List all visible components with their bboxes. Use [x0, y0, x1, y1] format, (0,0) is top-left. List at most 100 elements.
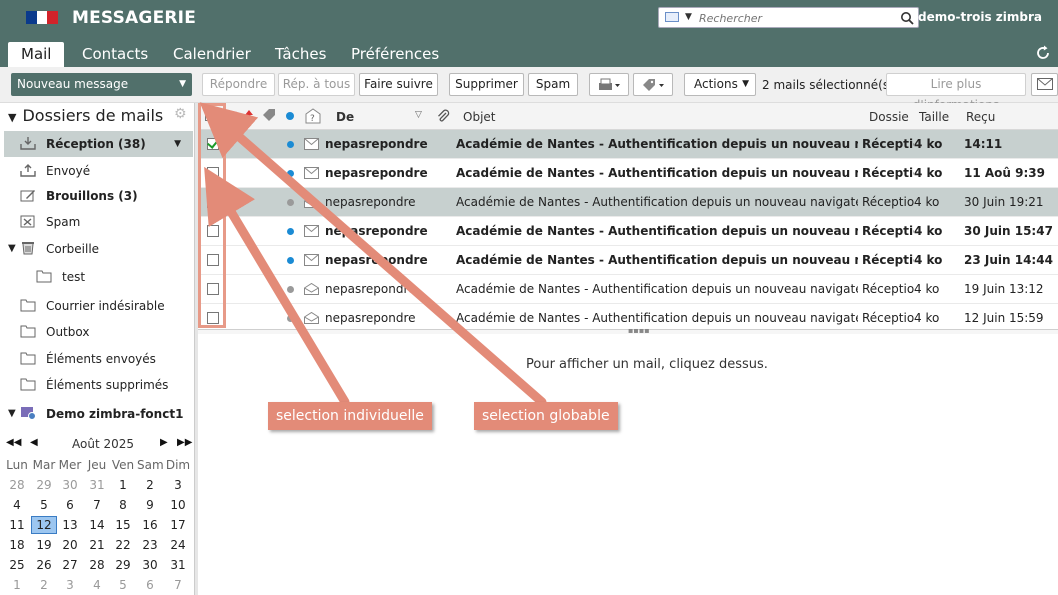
calendar-day[interactable]: 18 [4, 536, 30, 554]
new-message-button[interactable]: Nouveau message ▼ [11, 73, 192, 96]
tab-preferences[interactable]: Préférences [338, 42, 452, 67]
refresh-icon[interactable] [1034, 44, 1052, 62]
chevron-down-icon[interactable]: ▼ [179, 73, 186, 96]
folders-header[interactable]: ▼ Dossiers de mails [8, 106, 163, 125]
calendar-day[interactable]: 5 [110, 576, 136, 594]
collapse-triangle-icon[interactable]: ▼ [8, 401, 16, 427]
reply-button[interactable]: Répondre [202, 73, 275, 96]
message-type-icon[interactable]: ? [304, 108, 322, 124]
tag-button[interactable] [633, 73, 673, 96]
calendar-day[interactable]: 6 [137, 576, 163, 594]
search-box[interactable]: ▼ [658, 7, 919, 28]
user-name[interactable]: demo-trois zimbra [918, 10, 1042, 24]
calendar-day[interactable]: 12 [31, 516, 57, 534]
column-folder[interactable]: Dossie [869, 110, 909, 124]
calendar-day[interactable]: 7 [84, 496, 110, 514]
folder-drafts[interactable]: Brouillons (3) [4, 183, 193, 209]
calendar-day[interactable]: 19 [31, 536, 57, 554]
read-more-button[interactable]: Lire plus d'informations [886, 73, 1026, 112]
column-received[interactable]: Reçu [966, 110, 995, 124]
calendar-day[interactable]: 29 [31, 476, 57, 494]
message-row[interactable]: nepasrepondre Académie de Nantes - Authen… [198, 188, 1058, 217]
previous-month-icon[interactable]: ◀ [30, 437, 38, 448]
calendar-day[interactable]: 22 [110, 536, 136, 554]
tab-tasks[interactable]: Tâches [262, 42, 339, 67]
calendar-day[interactable]: 28 [4, 476, 30, 494]
folder-outbox[interactable]: Outbox [4, 319, 193, 345]
delete-button[interactable]: Supprimer [449, 73, 524, 96]
folder-test[interactable]: test [4, 264, 193, 290]
folder-trash[interactable]: ▼ Corbeille [4, 236, 193, 262]
calendar-day[interactable]: 30 [57, 476, 83, 494]
calendar-day[interactable]: 8 [110, 496, 136, 514]
folder-sent-items[interactable]: Éléments envoyés [4, 346, 193, 372]
folder-deleted-items[interactable]: Éléments supprimés [4, 372, 193, 398]
read-status-icon[interactable] [286, 112, 294, 120]
next-year-icon[interactable]: ▶▶ [177, 437, 192, 448]
chevron-down-icon[interactable]: ▼ [685, 12, 692, 22]
read-status-dot[interactable] [287, 228, 294, 235]
tab-mail[interactable]: Mail [8, 42, 65, 67]
message-row[interactable]: nepasrepondre Académie de Nantes - Authen… [198, 217, 1058, 246]
sort-icon[interactable]: ▽ [415, 110, 422, 120]
calendar-day[interactable]: 15 [110, 516, 136, 534]
shared-mailbox[interactable]: ▼ Demo zimbra-fonct1 [4, 401, 193, 427]
calendar-month[interactable]: Août 2025 [72, 437, 134, 451]
message-row[interactable]: nepasrepondre Académie de Nantes - Authen… [198, 246, 1058, 275]
calendar-day[interactable]: 3 [57, 576, 83, 594]
tab-calendar[interactable]: Calendrier [160, 42, 264, 67]
read-status-dot[interactable] [287, 315, 294, 322]
calendar-day[interactable]: 2 [31, 576, 57, 594]
message-row[interactable]: nepasrepondre Académie de Nantes - Authen… [198, 130, 1058, 159]
calendar-day[interactable]: 27 [57, 556, 83, 574]
read-status-dot[interactable] [287, 286, 294, 293]
priority-icon[interactable] [244, 109, 254, 121]
calendar-day[interactable]: 7 [165, 576, 191, 594]
read-status-dot[interactable] [287, 141, 294, 148]
print-button[interactable] [589, 73, 629, 96]
calendar-day[interactable]: 20 [57, 536, 83, 554]
calendar-day[interactable]: 26 [31, 556, 57, 574]
calendar-day[interactable]: 30 [137, 556, 163, 574]
reply-all-button[interactable]: Rép. à tous [278, 73, 355, 96]
calendar-day[interactable]: 31 [165, 556, 191, 574]
collapse-triangle-icon[interactable]: ▼ [8, 111, 16, 124]
calendar-day[interactable]: 1 [110, 476, 136, 494]
calendar-day[interactable]: 4 [4, 496, 30, 514]
gear-icon[interactable]: ⚙ [174, 106, 187, 122]
actions-button[interactable]: Actions ▼ [684, 73, 756, 96]
message-row[interactable]: nepasrepondre Académie de Nantes - Authen… [198, 159, 1058, 188]
calendar-day[interactable]: 14 [84, 516, 110, 534]
collapse-triangle-icon[interactable]: ▼ [8, 236, 16, 262]
calendar-day[interactable]: 2 [137, 476, 163, 494]
mail-search-type-icon[interactable] [665, 12, 679, 22]
calendar-day[interactable]: 13 [57, 516, 83, 534]
calendar-day[interactable]: 6 [57, 496, 83, 514]
forward-button[interactable]: Faire suivre [359, 73, 438, 96]
calendar-day[interactable]: 5 [31, 496, 57, 514]
flag-icon[interactable] [226, 109, 238, 121]
calendar-day[interactable]: 31 [84, 476, 110, 494]
search-icon[interactable] [900, 11, 914, 25]
previous-year-icon[interactable]: ◀◀ [6, 437, 21, 448]
calendar-day[interactable]: 25 [4, 556, 30, 574]
calendar-day[interactable]: 23 [137, 536, 163, 554]
calendar-day[interactable]: 1 [4, 576, 30, 594]
tab-contacts[interactable]: Contacts [69, 42, 161, 67]
calendar-day[interactable]: 29 [110, 556, 136, 574]
column-size[interactable]: Taille [919, 110, 949, 124]
folder-spam[interactable]: Spam [4, 209, 193, 235]
folder-sent[interactable]: Envoyé [4, 158, 193, 184]
spam-button[interactable]: Spam [528, 73, 578, 96]
next-month-icon[interactable]: ▶ [160, 437, 168, 448]
search-input[interactable] [699, 10, 895, 26]
calendar-day[interactable]: 17 [165, 516, 191, 534]
calendar-day[interactable]: 21 [84, 536, 110, 554]
calendar-day[interactable]: 24 [165, 536, 191, 554]
folder-junk[interactable]: Courrier indésirable [4, 293, 193, 319]
column-subject[interactable]: Objet [463, 110, 495, 124]
attachment-icon[interactable] [436, 109, 450, 123]
mail-view-button[interactable] [1031, 73, 1058, 96]
calendar-day[interactable]: 28 [84, 556, 110, 574]
calendar-day[interactable]: 10 [165, 496, 191, 514]
